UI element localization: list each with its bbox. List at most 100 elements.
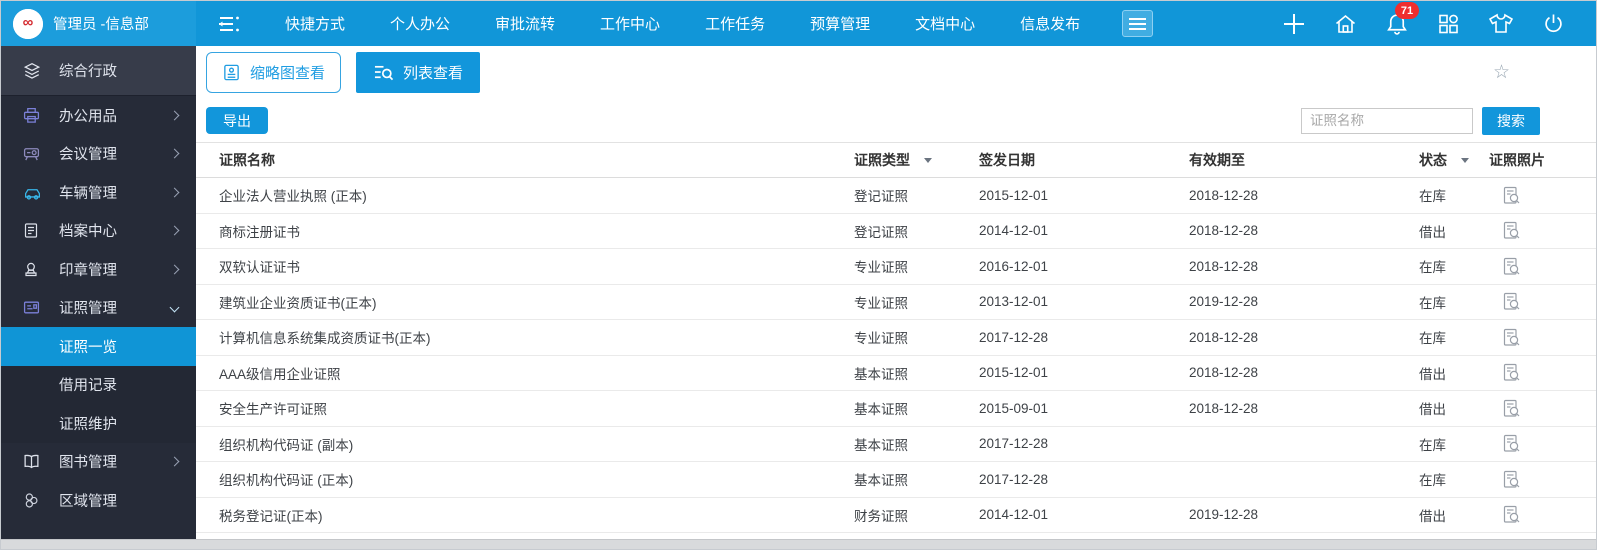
layers-icon (23, 62, 42, 80)
column-header-issue_date: 签发日期 (979, 150, 1189, 170)
cell-name: 双软认证证书 (219, 256, 854, 276)
table-row[interactable]: 建筑业企业资质证书(正本)专业证照2013-12-012019-12-28在库 (196, 285, 1596, 321)
sidebar-item-综合行政[interactable]: 综合行政 (1, 46, 196, 96)
cell-issue_date: 2014-12-01 (979, 223, 1189, 238)
home-icon[interactable] (1333, 12, 1358, 36)
topnav-item-4[interactable]: 工作任务 (705, 13, 765, 34)
photo-view-icon[interactable] (1501, 327, 1522, 348)
sidebar-item-证照维护[interactable]: 证照维护 (1, 404, 196, 443)
photo-view-icon[interactable] (1501, 469, 1522, 490)
photo-view-icon[interactable] (1501, 185, 1522, 206)
cell-valid_until: 2019-12-28 (1189, 507, 1419, 522)
table-row[interactable]: 计算机信息系统集成资质证书(正本)专业证照2017-12-282018-12-2… (196, 320, 1596, 356)
photo-view-icon[interactable] (1501, 398, 1522, 419)
cell-name: AAA级信用企业证照 (219, 363, 854, 383)
top-navigation: 快捷方式 个人办公 审批流转 工作中心 工作任务 预算管理 文档中心 信息发布 (285, 13, 1080, 34)
table-row[interactable]: 安全生产许可证照基本证照2015-09-012018-12-28借出 (196, 391, 1596, 427)
photo-view-icon[interactable] (1501, 291, 1522, 312)
sidebar-item-label: 区域管理 (59, 490, 117, 511)
car-icon (23, 184, 42, 201)
cell-valid_until: 2018-12-28 (1189, 330, 1419, 345)
cell-type: 登记证照 (854, 185, 979, 205)
column-header-label: 状态 (1419, 150, 1447, 170)
printer-icon (23, 107, 42, 124)
cell-valid_until: 2018-12-28 (1189, 365, 1419, 380)
sidebar-item-车辆管理[interactable]: 车辆管理 (1, 173, 196, 212)
sidebar-item-会议管理[interactable]: 会议管理 (1, 135, 196, 174)
collapse-menu-icon[interactable] (216, 14, 243, 34)
export-button[interactable]: 导出 (206, 107, 268, 134)
topnav-item-5[interactable]: 预算管理 (810, 13, 870, 34)
sidebar-item-label: 借用记录 (59, 374, 117, 395)
topnav-item-1[interactable]: 个人办公 (390, 13, 450, 34)
cell-valid_until: 2018-12-28 (1189, 188, 1419, 203)
bell-icon[interactable]: 71 (1384, 11, 1410, 36)
idcard-icon (23, 299, 42, 316)
table-row[interactable]: 商标注册证书登记证照2014-12-012018-12-28借出 (196, 214, 1596, 250)
cell-photo (1489, 220, 1596, 241)
more-menus-button[interactable] (1122, 10, 1153, 37)
table-row[interactable]: 税务登记证(正本)财务证照2014-12-012019-12-28借出 (196, 498, 1596, 534)
chevron-right-icon (170, 110, 180, 120)
cell-issue_date: 2014-12-01 (979, 507, 1189, 522)
cell-photo (1489, 433, 1596, 454)
cell-status: 在库 (1419, 256, 1489, 276)
topnav-item-6[interactable]: 文档中心 (915, 13, 975, 34)
topnav-item-0[interactable]: 快捷方式 (285, 13, 345, 34)
chevron-right-icon (170, 264, 180, 274)
list-search-icon (373, 63, 394, 82)
sort-caret-icon[interactable] (1461, 158, 1469, 163)
plus-icon[interactable] (1281, 11, 1307, 37)
sidebar-item-证照管理[interactable]: 证照管理 (1, 289, 196, 328)
idcard-badge-icon (222, 63, 241, 82)
table-body: 企业法人营业执照 (正本)登记证照2015-12-012018-12-28在库商… (196, 178, 1596, 533)
shirt-icon[interactable] (1487, 12, 1515, 36)
logo-glyph: ∞ (23, 14, 34, 31)
search-input[interactable] (1301, 108, 1473, 134)
table-row[interactable]: 双软认证证书专业证照2016-12-012018-12-28在库 (196, 249, 1596, 285)
power-icon[interactable] (1541, 12, 1566, 36)
current-user-label: 管理员 -信息部 (53, 13, 149, 34)
search-button[interactable]: 搜索 (1482, 107, 1540, 135)
topnav-item-3[interactable]: 工作中心 (600, 13, 660, 34)
sort-caret-icon[interactable] (924, 158, 932, 163)
brand-area: ∞ 管理员 -信息部 (1, 1, 196, 46)
search-area: 搜索 (1301, 107, 1540, 135)
cell-issue_date: 2016-12-01 (979, 259, 1189, 274)
table-row[interactable]: 企业法人营业执照 (正本)登记证照2015-12-012018-12-28在库 (196, 178, 1596, 214)
cell-status: 在库 (1419, 327, 1489, 347)
sidebar-item-档案中心[interactable]: 档案中心 (1, 212, 196, 251)
column-header-type[interactable]: 证照类型 (854, 150, 979, 170)
photo-view-icon[interactable] (1501, 220, 1522, 241)
company-logo-icon: ∞ (13, 9, 43, 39)
sidebar-item-label: 证照一览 (59, 336, 117, 357)
topnav-item-7[interactable]: 信息发布 (1020, 13, 1080, 34)
cell-photo (1489, 469, 1596, 490)
thumbnail-view-button[interactable]: 缩略图查看 (206, 52, 341, 93)
sidebar-item-印章管理[interactable]: 印章管理 (1, 250, 196, 289)
photo-view-icon[interactable] (1501, 362, 1522, 383)
photo-view-icon[interactable] (1501, 504, 1522, 525)
photo-view-icon[interactable] (1501, 433, 1522, 454)
list-view-button[interactable]: 列表查看 (356, 52, 480, 93)
table-row[interactable]: AAA级信用企业证照基本证照2015-12-012018-12-28借出 (196, 356, 1596, 392)
sidebar-item-图书管理[interactable]: 图书管理 (1, 443, 196, 482)
sidebar-item-办公用品[interactable]: 办公用品 (1, 96, 196, 135)
cell-name: 税务登记证(正本) (219, 505, 854, 525)
sidebar-item-区域管理[interactable]: 区域管理 (1, 481, 196, 520)
column-header-name: 证照名称 (219, 150, 854, 170)
sidebar-item-证照一览[interactable]: 证照一览 (1, 327, 196, 366)
column-header-status[interactable]: 状态 (1419, 150, 1489, 170)
bottom-scrollbar-strip[interactable] (1, 539, 1596, 549)
photo-view-icon[interactable] (1501, 256, 1522, 277)
cell-type: 财务证照 (854, 505, 979, 525)
favorite-star-icon[interactable]: ☆ (1493, 61, 1510, 84)
sidebar-item-label: 会议管理 (59, 143, 117, 164)
apps-icon[interactable] (1436, 12, 1461, 36)
cell-name: 组织机构代码证 (正本) (219, 469, 854, 489)
table-row[interactable]: 组织机构代码证 (正本)基本证照2017-12-28在库 (196, 462, 1596, 498)
sidebar-item-借用记录[interactable]: 借用记录 (1, 366, 196, 405)
topnav-item-2[interactable]: 审批流转 (495, 13, 555, 34)
sidebar-item-label: 车辆管理 (59, 182, 117, 203)
table-row[interactable]: 组织机构代码证 (副本)基本证照2017-12-28在库 (196, 427, 1596, 463)
